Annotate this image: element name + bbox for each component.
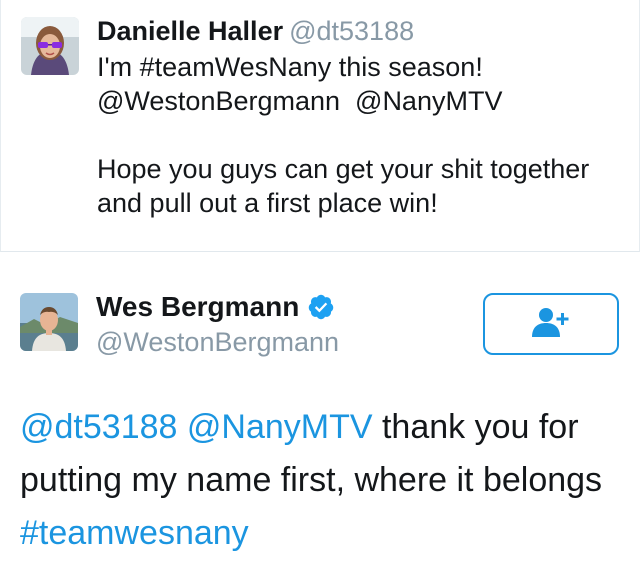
verified-badge-icon (307, 293, 335, 321)
avatar[interactable] (20, 293, 78, 351)
avatar[interactable] (21, 17, 79, 75)
tweet-thread: Danielle Haller @dt53188 I'm #teamWesNany… (0, 0, 640, 572)
follow-user-plus-icon (532, 307, 570, 342)
avatar-image (20, 293, 78, 351)
hashtag-link[interactable]: #teamwesnany (20, 514, 249, 552)
main-tweet: Wes Bergmann @WestonBergmann @dt53188 @N… (0, 253, 640, 572)
author-name[interactable]: Wes Bergmann (96, 291, 299, 323)
author-handle[interactable]: @WestonBergmann (96, 327, 339, 358)
tweet-text: @dt53188 @NanyMTV thank you for putting … (20, 401, 630, 560)
avatar-image (21, 17, 79, 75)
mention-link[interactable]: @dt53188 (20, 408, 177, 446)
author-handle[interactable]: @dt53188 (289, 16, 414, 46)
reply-tweet[interactable]: Danielle Haller @dt53188 I'm #teamWesNany… (0, 0, 640, 252)
follow-button[interactable] (483, 293, 619, 355)
author-name[interactable]: Danielle Haller (97, 16, 283, 46)
tweet-text: I'm #teamWesNany this season! @WestonBer… (97, 52, 590, 218)
mention-link[interactable]: @NanyMTV (187, 408, 373, 446)
